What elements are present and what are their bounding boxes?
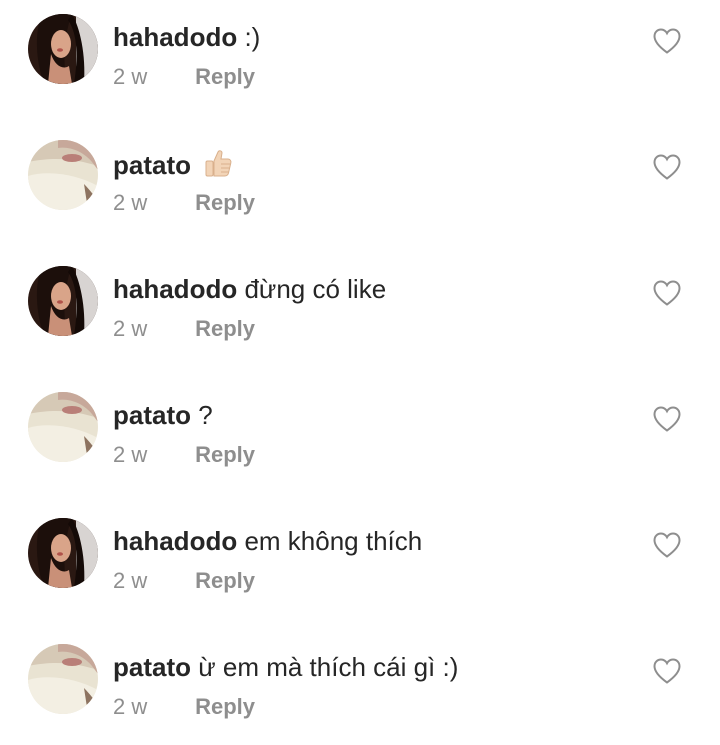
reply-button[interactable]: Reply [195, 316, 255, 341]
avatar[interactable] [28, 14, 98, 84]
comment-body: đừng có like [244, 274, 387, 304]
comment-text: hahadodo em không thích [113, 525, 422, 557]
comment-meta: 2 w Reply [113, 567, 255, 595]
avatar[interactable] [28, 644, 98, 714]
comment-item: hahadodo đừng có like 2 w Reply [0, 257, 720, 367]
reply-button[interactable]: Reply [195, 694, 255, 719]
comment-body: ? [198, 400, 213, 430]
comment-timestamp[interactable]: 2 w [113, 63, 189, 91]
comment-meta: 2 w Reply [113, 315, 255, 343]
heart-icon[interactable] [652, 153, 682, 181]
comment-item: hahadodo em không thích 2 w Reply [0, 509, 720, 619]
heart-icon[interactable] [652, 405, 682, 433]
comment-item: patato ừ em mà thích cái gì :) 2 w Reply [0, 635, 720, 745]
comment-text: patato ừ em mà thích cái gì :) [113, 651, 458, 683]
comment-item: hahadodo :) 2 w Reply [0, 5, 720, 115]
comment-author[interactable]: hahadodo [113, 526, 237, 556]
thumbs-up-icon [202, 147, 234, 186]
heart-icon[interactable] [652, 657, 682, 685]
comment-list: hahadodo :) 2 w Reply patato 2 w Reply h… [0, 0, 720, 740]
avatar[interactable] [28, 518, 98, 588]
comment-meta: 2 w Reply [113, 693, 255, 721]
comment-author[interactable]: patato [113, 150, 191, 180]
comment-meta: 2 w Reply [113, 63, 255, 91]
comment-timestamp[interactable]: 2 w [113, 441, 189, 469]
comment-body: ừ em mà thích cái gì :) [198, 652, 459, 682]
comment-author[interactable]: patato [113, 400, 191, 430]
comment-text: hahadodo :) [113, 21, 260, 53]
comment-meta: 2 w Reply [113, 441, 255, 469]
comment-timestamp[interactable]: 2 w [113, 567, 189, 595]
comment-author[interactable]: hahadodo [113, 22, 237, 52]
avatar[interactable] [28, 392, 98, 462]
heart-icon[interactable] [652, 531, 682, 559]
comment-item: patato ? 2 w Reply [0, 383, 720, 493]
avatar[interactable] [28, 140, 98, 210]
comment-item: patato 2 w Reply [0, 131, 720, 241]
avatar[interactable] [28, 266, 98, 336]
reply-button[interactable]: Reply [195, 190, 255, 215]
comment-text: patato [113, 147, 234, 186]
heart-icon[interactable] [652, 27, 682, 55]
comment-meta: 2 w Reply [113, 189, 255, 217]
comment-timestamp[interactable]: 2 w [113, 315, 189, 343]
comment-text: patato ? [113, 399, 213, 431]
comment-body: em không thích [244, 526, 423, 556]
comment-author[interactable]: patato [113, 652, 191, 682]
reply-button[interactable]: Reply [195, 568, 255, 593]
comment-text: hahadodo đừng có like [113, 273, 386, 305]
comment-timestamp[interactable]: 2 w [113, 693, 189, 721]
comment-timestamp[interactable]: 2 w [113, 189, 189, 217]
heart-icon[interactable] [652, 279, 682, 307]
reply-button[interactable]: Reply [195, 442, 255, 467]
comment-body: :) [244, 22, 261, 52]
reply-button[interactable]: Reply [195, 64, 255, 89]
comment-author[interactable]: hahadodo [113, 274, 237, 304]
